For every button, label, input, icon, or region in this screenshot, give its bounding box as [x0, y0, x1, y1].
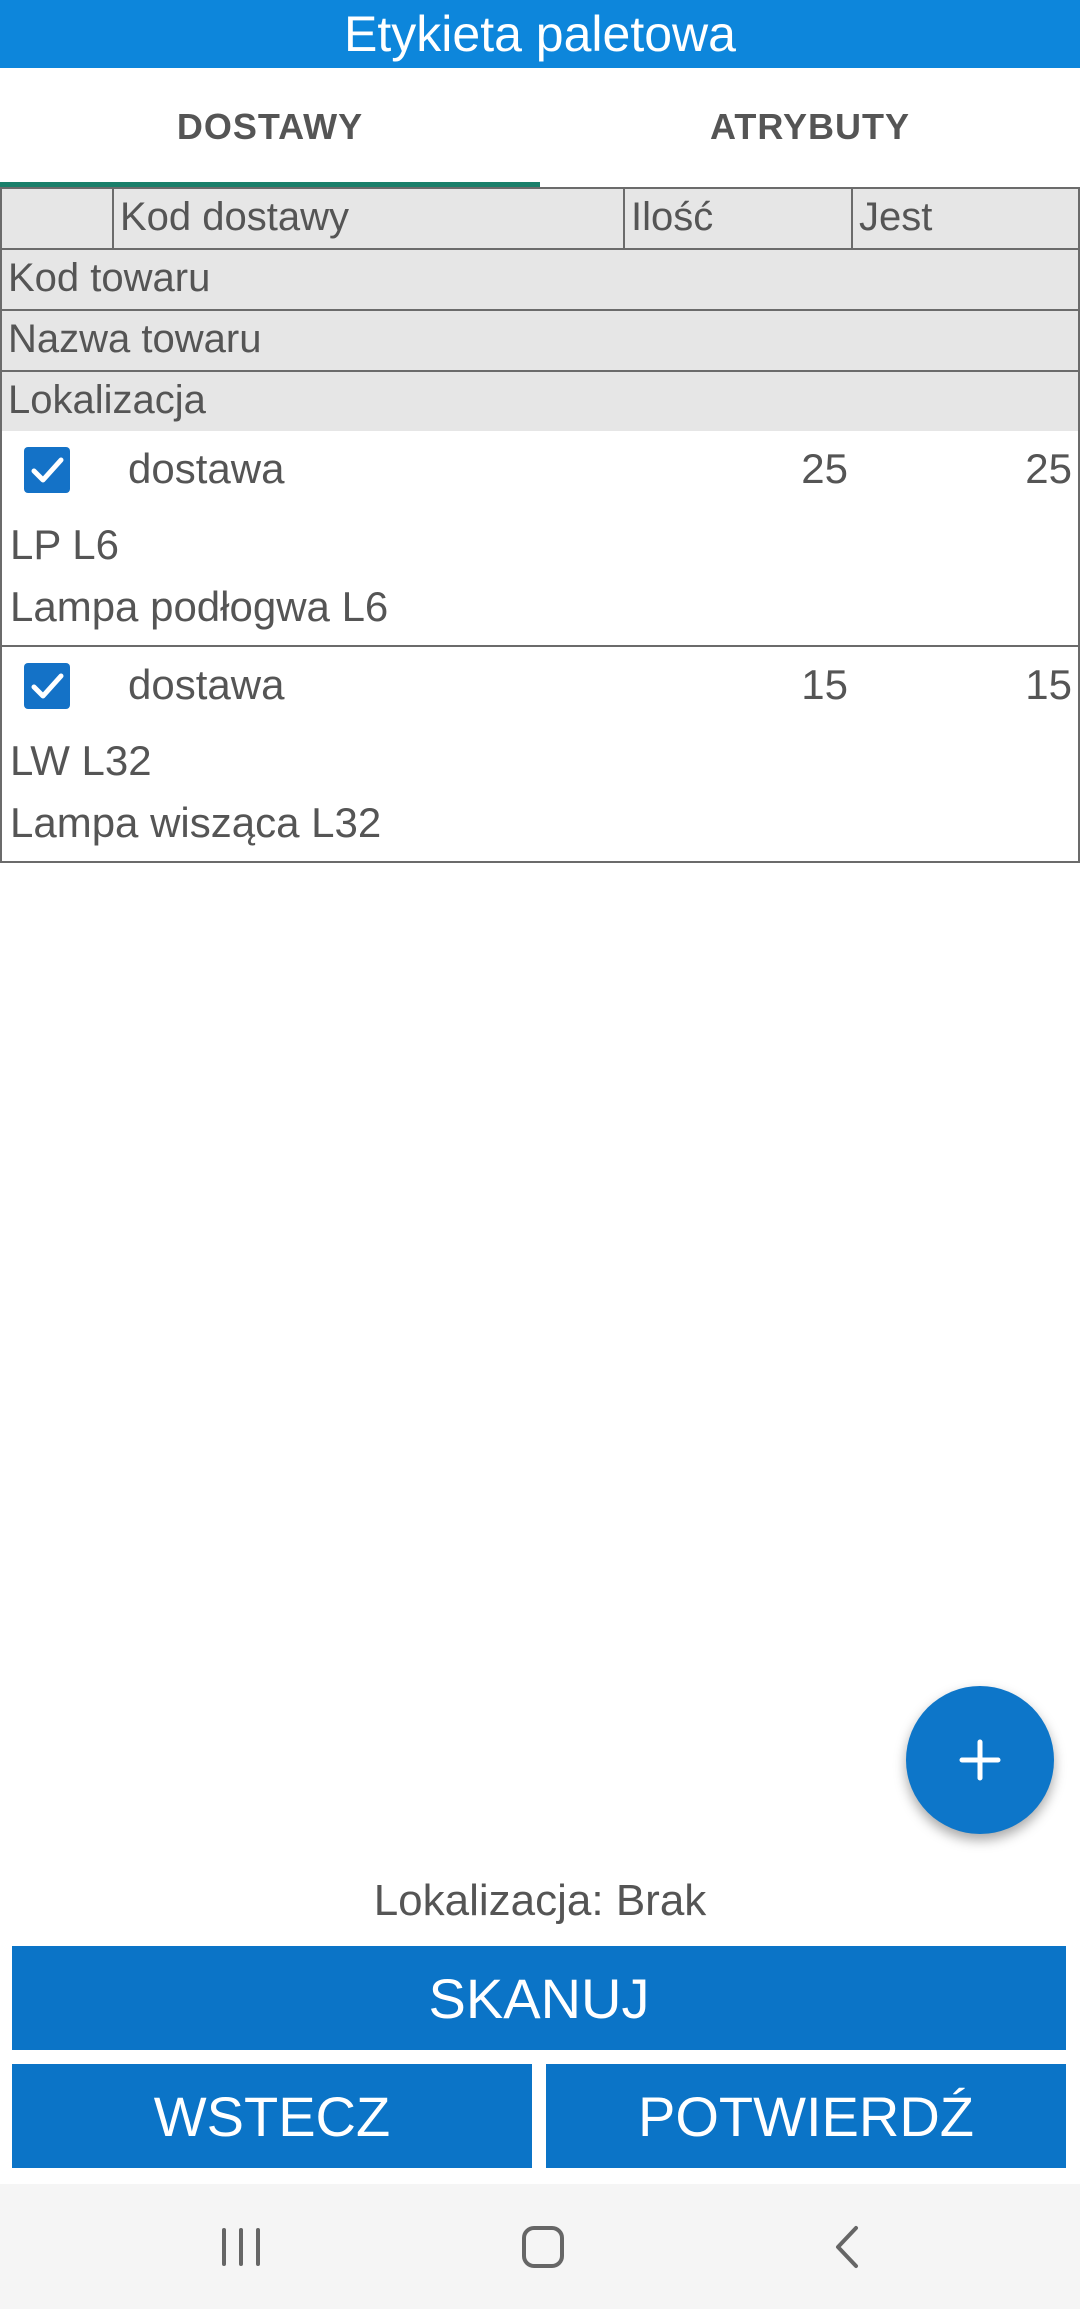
tab-atrybuty[interactable]: ATRYBUTY: [540, 68, 1080, 186]
goods-code: LW L32: [10, 737, 152, 784]
goods-name: Lampa wisząca L32: [10, 799, 382, 846]
quantity-value: 25: [801, 445, 848, 492]
header-location: Lokalizacja: [8, 378, 206, 422]
scan-button[interactable]: SKANUJ: [12, 1946, 1066, 2050]
home-icon[interactable]: [520, 2224, 566, 2270]
tab-bar: DOSTAWY ATRYBUTY: [0, 68, 1080, 186]
delivery-code: dostawa: [128, 661, 285, 708]
system-navigation-bar: [0, 2184, 1080, 2309]
header-quantity: Ilość: [625, 189, 853, 248]
table-header-row: Kod dostawy Ilość Jest: [0, 187, 1080, 248]
recent-apps-icon[interactable]: [218, 2224, 264, 2270]
quantity-value: 15: [801, 661, 848, 708]
back-icon[interactable]: [826, 2224, 872, 2270]
location-status: Lokalizacja: Brak: [373, 1876, 707, 1925]
have-value: 15: [1025, 661, 1072, 708]
plus-icon: [959, 1739, 1001, 1781]
confirm-button[interactable]: POTWIERDŹ: [546, 2064, 1066, 2168]
row-checkbox[interactable]: [24, 663, 70, 709]
goods-name: Lampa podłogwa L6: [10, 583, 389, 630]
deliveries-table: Kod dostawy Ilość Jest Kod towaru Nazwa …: [0, 187, 1080, 863]
header-have: Jest: [859, 195, 933, 239]
header-checkbox-column: [2, 189, 114, 248]
table-row[interactable]: dostawa 25 25 LP L6 Lampa podłogwa L6: [0, 431, 1080, 647]
table-row[interactable]: dostawa 15 15 LW L32 Lampa wisząca L32: [0, 647, 1080, 863]
add-button[interactable]: [906, 1686, 1054, 1834]
tab-dostawy[interactable]: DOSTAWY: [0, 68, 540, 186]
table-header-row: Nazwa towaru: [0, 309, 1080, 370]
table-header-row: Kod towaru: [0, 248, 1080, 309]
checkmark-icon: [31, 457, 64, 483]
row-checkbox[interactable]: [24, 447, 70, 493]
have-value: 25: [1025, 445, 1072, 492]
header-delivery-code: Kod dostawy: [114, 189, 625, 248]
delivery-code: dostawa: [128, 445, 285, 492]
header-goods-code: Kod towaru: [8, 256, 211, 300]
checkmark-icon: [31, 673, 64, 699]
back-button[interactable]: WSTECZ: [12, 2064, 532, 2168]
header-goods-name: Nazwa towaru: [8, 317, 262, 361]
goods-code: LP L6: [10, 521, 119, 568]
app-bar: Etykieta paletowa: [0, 0, 1080, 68]
page-title: Etykieta paletowa: [344, 6, 736, 62]
table-header-row: Lokalizacja: [0, 370, 1080, 431]
